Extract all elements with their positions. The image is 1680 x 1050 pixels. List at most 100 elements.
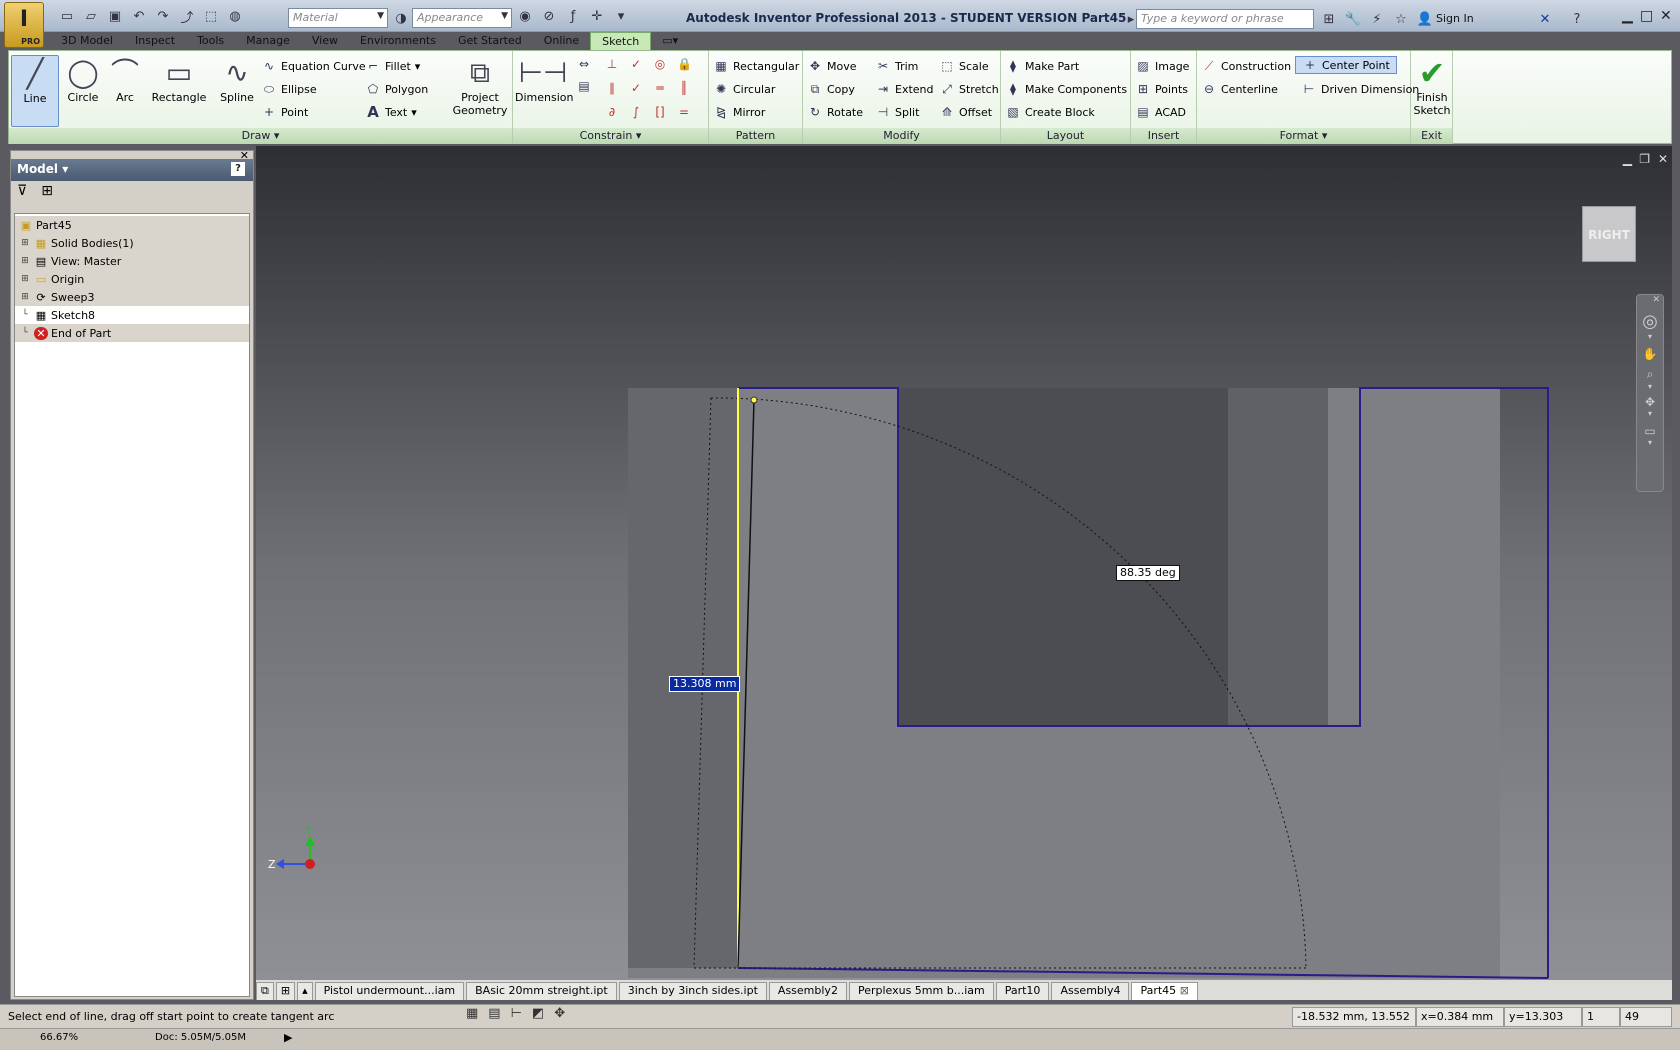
find-binoculars-icon[interactable]: ⊞ bbox=[41, 183, 53, 201]
fillet-button[interactable]: ⌐ Fillet ▾ bbox=[365, 57, 420, 75]
trim-button[interactable]: ✂ Trim bbox=[875, 57, 918, 75]
circular-pattern-button[interactable]: ✺ Circular bbox=[713, 80, 775, 98]
adjust-icon[interactable]: ◉ bbox=[516, 7, 534, 25]
material-combo[interactable]: Material ▼ bbox=[288, 8, 388, 28]
tab-online[interactable]: Online bbox=[533, 32, 590, 50]
draw-panel-label[interactable]: Draw ▾ bbox=[9, 128, 512, 144]
filter-icon[interactable]: ⊽ bbox=[17, 183, 27, 201]
new-icon[interactable]: ▭ bbox=[58, 7, 76, 25]
wrench-icon[interactable]: 🔧 bbox=[1344, 10, 1362, 28]
doc-tab[interactable]: Assembly2 bbox=[768, 982, 847, 1000]
perpendicular-icon[interactable]: ⊥ bbox=[605, 57, 619, 71]
expand-icon[interactable]: ⊞ bbox=[19, 274, 31, 284]
look-at-icon[interactable]: ▭ bbox=[1637, 424, 1663, 438]
zoom-icon[interactable]: ⌕ bbox=[1637, 367, 1663, 382]
expand-icon[interactable]: ⊞ bbox=[19, 256, 31, 266]
tree-node-origin[interactable]: ⊞ ▭ Origin bbox=[15, 270, 249, 288]
horizontal-icon[interactable]: ═ bbox=[653, 81, 667, 95]
rotate-button[interactable]: ↻ Rotate bbox=[807, 103, 863, 121]
sketch-settings-icon[interactable]: ▤ bbox=[488, 1006, 500, 1021]
make-components-button[interactable]: ⧫ Make Components bbox=[1005, 80, 1127, 98]
expand-icon[interactable]: ⊞ bbox=[19, 238, 31, 248]
extend-button[interactable]: ⇥ Extend bbox=[875, 80, 934, 98]
help-search-input[interactable]: Type a keyword or phrase bbox=[1136, 9, 1314, 29]
scale-button[interactable]: ⬚ Scale bbox=[939, 57, 988, 75]
expand-icon[interactable]: ⊞ bbox=[19, 292, 31, 302]
image-button[interactable]: ▨ Image bbox=[1135, 57, 1189, 75]
smooth-icon[interactable]: ∫ bbox=[629, 105, 643, 119]
point-button[interactable]: + Point bbox=[261, 103, 308, 121]
chevron-down-icon[interactable]: ▾ bbox=[1637, 438, 1663, 447]
doc-tab[interactable]: Pistol undermount...iam bbox=[314, 982, 465, 1000]
length-input[interactable]: 13.308 mm bbox=[669, 676, 741, 692]
copy-button[interactable]: ⧉ Copy bbox=[807, 80, 855, 98]
format-panel-label[interactable]: Format ▾ bbox=[1197, 128, 1410, 144]
centerline-button[interactable]: ⊖ Centerline bbox=[1201, 80, 1278, 98]
degrees-of-freedom-icon[interactable]: ✥ bbox=[554, 1006, 565, 1021]
close-icon[interactable]: ✕ bbox=[1660, 8, 1672, 24]
cascade-icon[interactable]: ⧉ bbox=[256, 982, 274, 1000]
close-browser-icon[interactable]: ✕ bbox=[240, 149, 249, 162]
pan-hand-icon[interactable]: ✋ bbox=[1637, 347, 1663, 361]
concentric-icon[interactable]: ◎ bbox=[653, 57, 667, 71]
update-icon[interactable]: ◍ bbox=[226, 7, 244, 25]
driven-dimension-button[interactable]: ⊢ Driven Dimension bbox=[1301, 80, 1420, 98]
undo-icon[interactable]: ↶ bbox=[130, 7, 148, 25]
tab-menu-icon[interactable]: ▴ bbox=[297, 982, 313, 1000]
project-geometry-button[interactable]: ⧉ Project Geometry bbox=[449, 55, 511, 117]
graphics-viewport[interactable]: ▁ ❐ ✕ Z Y 13.308 mm 88.35 deg RIGHT ✕ ◎ … bbox=[256, 146, 1672, 980]
grid-icon[interactable]: ▦ bbox=[466, 1006, 478, 1021]
mirror-button[interactable]: ⧎ Mirror bbox=[713, 103, 765, 121]
select-icon[interactable]: ⬚ bbox=[202, 7, 220, 25]
navbar-close-icon[interactable]: ✕ bbox=[1637, 295, 1663, 305]
coincident-icon[interactable]: ✓ bbox=[629, 57, 643, 71]
arc-button[interactable]: ⌒ Arc bbox=[101, 55, 149, 104]
save-icon[interactable]: ▣ bbox=[106, 7, 124, 25]
orbit-icon[interactable]: ✥ bbox=[1637, 395, 1663, 409]
tab-manage[interactable]: Manage bbox=[235, 32, 301, 50]
tab-inspect[interactable]: Inspect bbox=[124, 32, 186, 50]
chevron-down-icon[interactable]: ▾ bbox=[1637, 409, 1663, 418]
line-endpoint[interactable] bbox=[750, 396, 758, 404]
clear-appearance-icon[interactable]: ⊘ bbox=[540, 7, 558, 25]
make-part-button[interactable]: ⧫ Make Part bbox=[1005, 57, 1079, 75]
move-button[interactable]: ✥ Move bbox=[807, 57, 857, 75]
tree-node-end-of-part[interactable]: └ ✕ End of Part bbox=[15, 324, 249, 342]
dimension-button[interactable]: ⊢⊣ Dimension bbox=[515, 55, 573, 104]
show-constraints-icon[interactable]: ▤ bbox=[577, 79, 591, 93]
create-block-button[interactable]: ▧ Create Block bbox=[1005, 103, 1094, 121]
return-icon[interactable]: ⤴ bbox=[178, 7, 196, 26]
tab-get-started[interactable]: Get Started bbox=[447, 32, 533, 50]
offset-button[interactable]: ⟰ Offset bbox=[939, 103, 992, 121]
tangent-icon[interactable]: ∂ bbox=[605, 105, 619, 119]
crosshair-icon[interactable]: ✛ bbox=[588, 7, 606, 25]
customize-qat-icon[interactable]: ▾ bbox=[612, 7, 630, 25]
tree-node-sweep[interactable]: ⊞ ⟳ Sweep3 bbox=[15, 288, 249, 306]
constrain-panel-label[interactable]: Constrain ▾ bbox=[513, 128, 708, 144]
sign-in-link[interactable]: Sign In bbox=[1436, 12, 1474, 25]
text-button[interactable]: A Text ▾ bbox=[365, 103, 417, 121]
close-tab-icon[interactable]: ⊠ bbox=[1180, 984, 1189, 997]
browser-help-icon[interactable]: ? bbox=[231, 162, 245, 176]
tab-view[interactable]: View bbox=[301, 32, 349, 50]
dimension-display-icon[interactable]: ⊢ bbox=[511, 1006, 522, 1021]
appearance-combo[interactable]: Appearance ▼ bbox=[412, 8, 512, 28]
construction-button[interactable]: ⟋ Construction bbox=[1201, 57, 1291, 75]
spline-button[interactable]: ∿ Spline bbox=[213, 55, 261, 104]
chevron-down-icon[interactable]: ▾ bbox=[1637, 382, 1663, 391]
tab-sketch[interactable]: Sketch bbox=[590, 32, 652, 50]
redo-icon[interactable]: ↷ bbox=[154, 7, 172, 25]
acad-button[interactable]: ▤ ACAD bbox=[1135, 103, 1186, 121]
steering-wheel-icon[interactable]: ◎ bbox=[1637, 311, 1663, 332]
binoculars-icon[interactable]: ⊞ bbox=[1320, 10, 1338, 28]
favorites-star-icon[interactable]: ☆ bbox=[1392, 10, 1410, 28]
points-button[interactable]: ⊞ Points bbox=[1135, 80, 1188, 98]
viewcube[interactable]: RIGHT bbox=[1582, 206, 1636, 262]
ellipse-button[interactable]: ⬭ Ellipse bbox=[261, 80, 317, 98]
doc-tab[interactable]: 3inch by 3inch sides.ipt bbox=[618, 982, 767, 1000]
satellite-icon[interactable]: ⚡ bbox=[1368, 10, 1386, 28]
tab-environments[interactable]: Environments bbox=[349, 32, 447, 50]
circle-button[interactable]: ◯ Circle bbox=[59, 55, 107, 104]
tree-node-view-master[interactable]: ⊞ ▤ View: Master bbox=[15, 252, 249, 270]
auto-dimension-icon[interactable]: ⇔ bbox=[577, 57, 591, 71]
